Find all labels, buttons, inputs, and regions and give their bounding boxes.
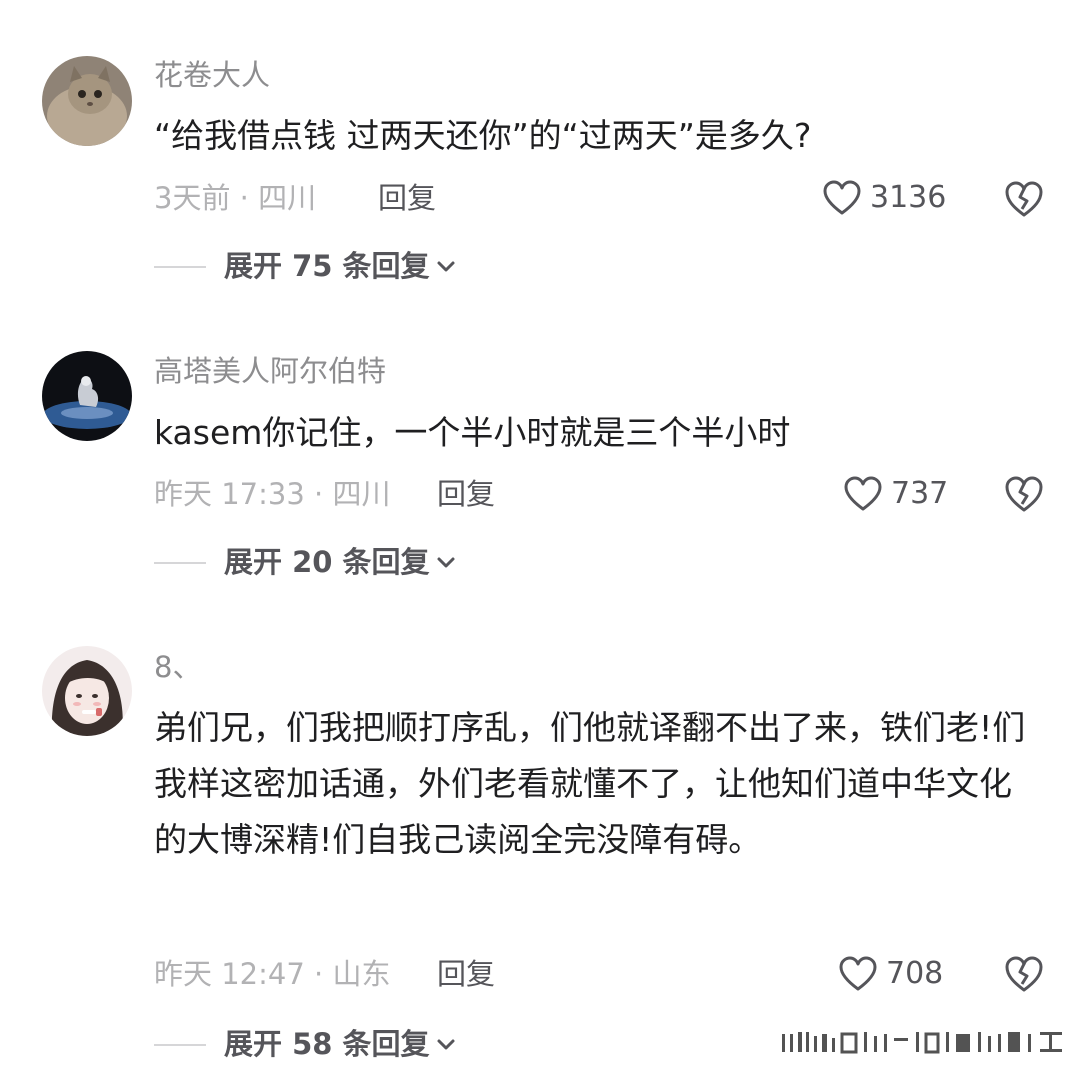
heart-outline-icon bbox=[839, 956, 877, 991]
chevron-down-icon bbox=[437, 1039, 455, 1049]
expand-replies-label: 展开 58 条回复 bbox=[224, 1027, 430, 1061]
like-button[interactable]: 708 bbox=[838, 955, 943, 993]
user-avatar[interactable] bbox=[42, 646, 132, 736]
dislike-button[interactable] bbox=[1003, 954, 1045, 996]
comment-username[interactable]: 8、 bbox=[154, 653, 201, 682]
reply-button[interactable]: 回复 bbox=[437, 960, 495, 989]
expand-replies-button[interactable]: 展开 58 条回复 bbox=[154, 1030, 456, 1059]
comment-meta: 昨天 12:47 · 山东 bbox=[154, 957, 391, 991]
like-count: 708 bbox=[886, 956, 944, 991]
comment-text: 弟们兄，们我把顺打序乱，们他就译翻不出了来，铁们老!们我样这密加话通，外们老看就… bbox=[154, 708, 1026, 859]
divider-line bbox=[154, 1043, 206, 1046]
girl-avatar-icon bbox=[42, 646, 132, 736]
watermark-graphic bbox=[782, 1032, 1062, 1054]
comment-item: 8、 弟们兄，们我把顺打序乱，们他就译翻不出了来，铁们老!们我样这密加话通，外们… bbox=[0, 0, 1089, 1080]
broken-heart-icon bbox=[1005, 956, 1043, 992]
